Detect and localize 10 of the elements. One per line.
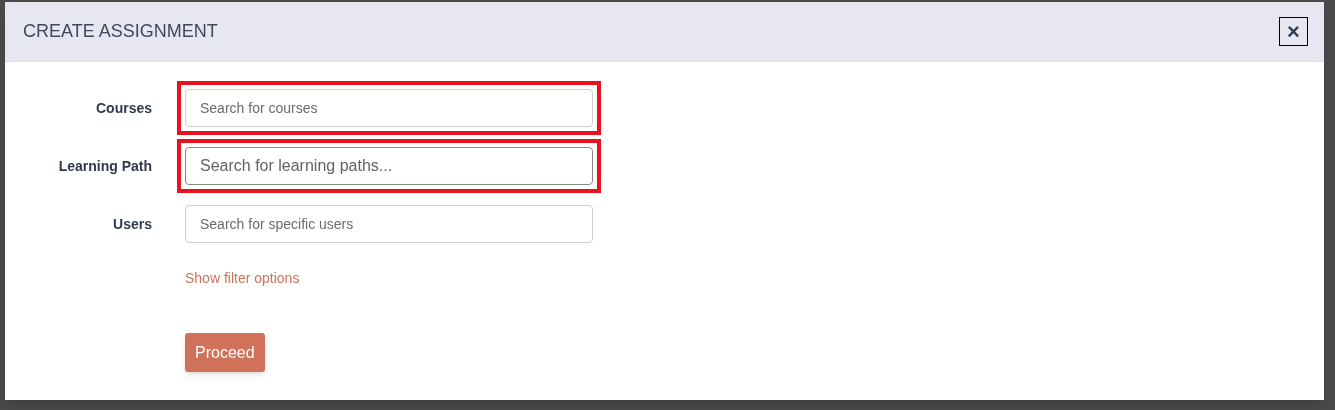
search-field[interactable]: Search for courses [185, 89, 593, 127]
search-field[interactable]: Search for learning paths... [185, 147, 593, 185]
field-label: Courses [95, 98, 152, 118]
show-filter-options-link[interactable]: Show filter options [185, 270, 300, 286]
close-button[interactable]: × [1279, 17, 1308, 46]
proceed-button[interactable]: Proceed [185, 333, 265, 372]
field-label: Users [113, 214, 152, 234]
field-label: Learning Path [58, 156, 152, 176]
dialog-title: CREATE ASSIGNMENT [23, 20, 218, 43]
search-field[interactable]: Search for specific users [185, 205, 593, 243]
